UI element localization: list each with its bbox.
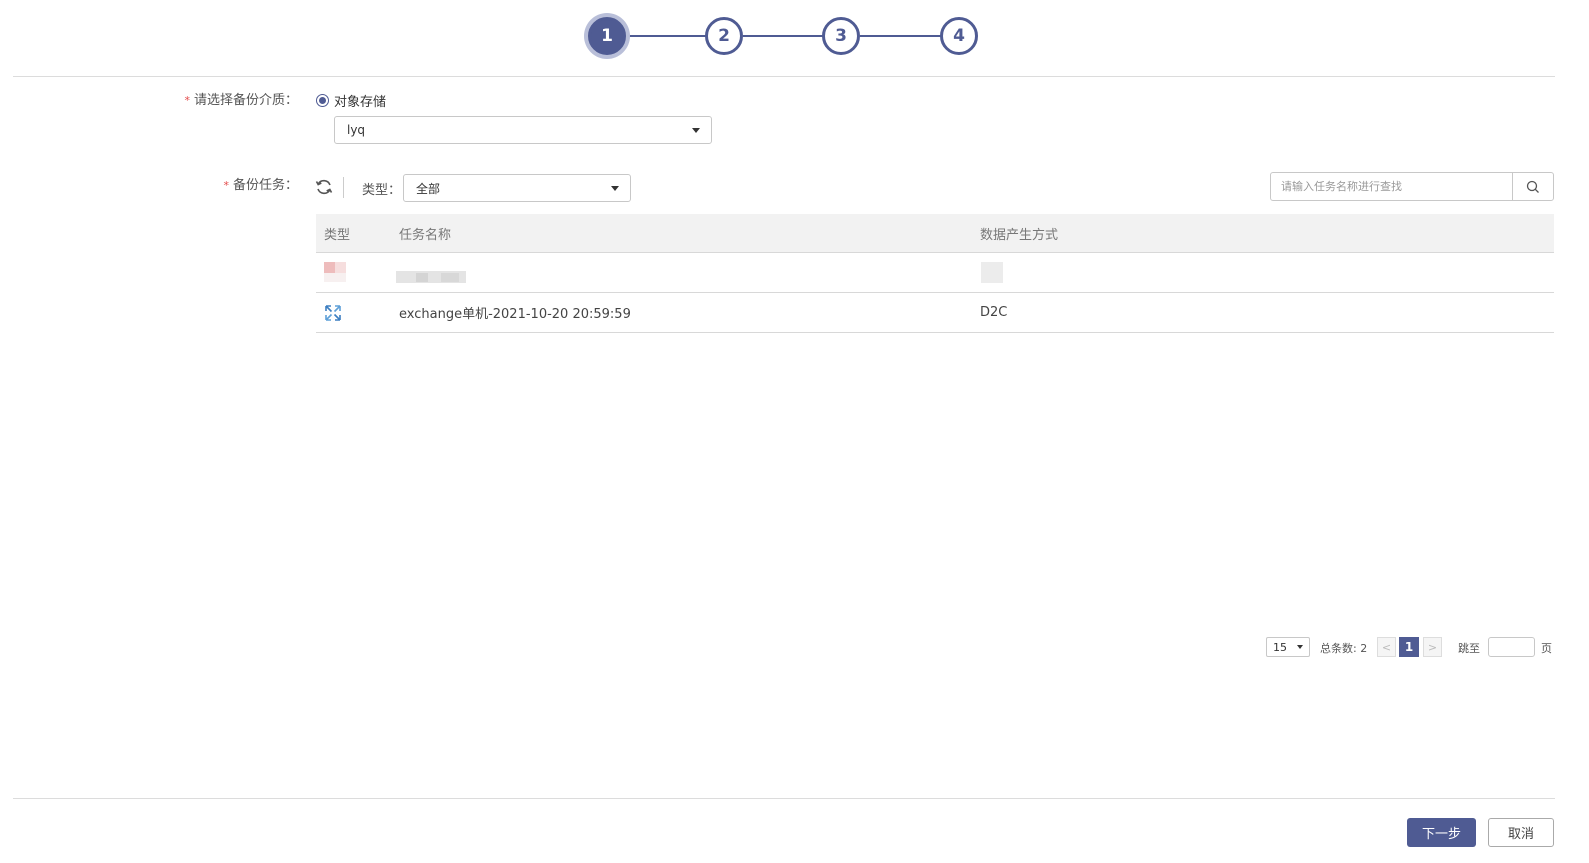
table-row[interactable] [316, 253, 1554, 293]
bottom-divider [13, 798, 1555, 799]
wizard-stepper: 1 2 3 4 [588, 17, 980, 57]
search-button[interactable] [1512, 173, 1553, 200]
task-search-box [1270, 172, 1554, 201]
table-header: 类型 任务名称 数据产生方式 [316, 214, 1554, 253]
radio-checked-icon [316, 94, 329, 107]
next-step-button[interactable]: 下一步 [1407, 818, 1476, 847]
step-connector [743, 35, 823, 37]
task-search-input[interactable] [1271, 173, 1512, 200]
task-table: 类型 任务名称 数据产生方式 exchange单机-2021-10-20 20:… [316, 214, 1554, 333]
step-1: 1 [588, 17, 626, 55]
toolbar-divider [343, 177, 344, 198]
medium-label-row: * 请选择备份介质： [100, 89, 298, 108]
table-row[interactable]: exchange单机-2021-10-20 20:59:59 D2C [316, 293, 1554, 333]
next-page-button[interactable]: > [1423, 637, 1442, 657]
jump-page-input[interactable] [1488, 637, 1535, 657]
storage-select-value: lyq [347, 123, 366, 137]
total-count: 总条数: 2 [1320, 642, 1368, 655]
prev-page-button[interactable]: < [1377, 637, 1396, 657]
jump-label: 跳至 [1458, 642, 1480, 655]
redacted-icon [335, 262, 346, 273]
required-mark: * [184, 94, 190, 107]
redacted-icon [324, 273, 346, 282]
page-suffix: 页 [1541, 642, 1552, 655]
tasks-label-row: * 备份任务： [140, 174, 298, 193]
redacted-icon [324, 262, 335, 273]
caret-down-icon [611, 186, 619, 191]
type-filter-select[interactable]: 全部 [403, 174, 631, 202]
column-header-name: 任务名称 [399, 227, 452, 243]
task-mode: D2C [980, 305, 1008, 320]
type-filter-label: 类型： [362, 183, 402, 198]
backup-wizard: 1 2 3 4 * 请选择备份介质： 对象存储 lyq * 备份任务： 类型： 全部 [0, 0, 1589, 863]
step-4: 4 [940, 17, 978, 55]
top-divider [13, 76, 1555, 77]
object-storage-radio[interactable]: 对象存储 [316, 91, 386, 110]
refresh-icon[interactable] [314, 177, 334, 197]
redacted-mode [981, 262, 1003, 283]
medium-label: 请选择备份介质： [193, 93, 298, 108]
current-page-button[interactable]: 1 [1399, 637, 1419, 657]
step-connector [860, 35, 942, 37]
radio-label: 对象存储 [334, 95, 387, 110]
exchange-icon [324, 293, 342, 332]
redacted-task-name [416, 273, 428, 282]
type-filter-value: 全部 [416, 181, 441, 196]
step-connector [626, 35, 706, 37]
caret-down-icon [692, 128, 700, 133]
required-mark: * [223, 179, 229, 192]
page-size-select[interactable]: 15 [1266, 637, 1310, 657]
step-3: 3 [822, 17, 860, 55]
task-name: exchange单机-2021-10-20 20:59:59 [399, 307, 631, 322]
step-2: 2 [705, 17, 743, 55]
caret-down-icon [1297, 645, 1303, 649]
storage-select[interactable]: lyq [334, 116, 712, 144]
redacted-task-name [441, 273, 459, 282]
column-header-type: 类型 [324, 227, 351, 243]
tasks-label: 备份任务： [232, 178, 298, 193]
column-header-mode: 数据产生方式 [980, 227, 1059, 243]
cancel-button[interactable]: 取消 [1488, 818, 1554, 847]
search-icon [1526, 180, 1539, 193]
page-size-value: 15 [1273, 640, 1287, 654]
